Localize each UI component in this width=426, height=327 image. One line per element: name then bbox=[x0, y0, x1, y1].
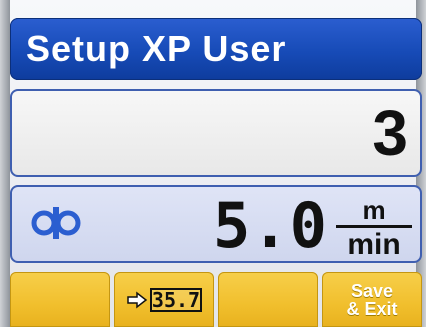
softkey-2[interactable]: 35.7 bbox=[114, 272, 214, 327]
speed-value: 5.0 bbox=[213, 189, 328, 262]
softkey-3[interactable] bbox=[218, 272, 318, 327]
save-label: Save bbox=[350, 280, 394, 301]
softkey-1[interactable] bbox=[10, 272, 110, 327]
user-number: 3 bbox=[372, 97, 408, 169]
unit-denominator: min bbox=[347, 228, 401, 261]
softkey-row: 35.7 Save & Exit bbox=[10, 272, 422, 327]
speed-display: 5.0 m min bbox=[10, 185, 422, 263]
unit-numerator: m bbox=[336, 197, 412, 228]
save-exit-button[interactable]: Save & Exit bbox=[322, 272, 422, 327]
value-display: 3 bbox=[10, 89, 422, 177]
title-bar: Setup XP User bbox=[10, 18, 422, 80]
left-bezel bbox=[0, 0, 10, 327]
arrow-right-icon bbox=[127, 290, 148, 309]
exit-label: & Exit bbox=[346, 298, 398, 319]
speed-unit: m min bbox=[336, 197, 412, 261]
spool-icon bbox=[31, 207, 81, 239]
device-screen: Setup XP User 3 5.0 m min 35.7 Save & Ex… bbox=[0, 0, 426, 327]
screen-title: Setup XP User bbox=[26, 28, 287, 69]
softkey-2-value: 35.7 bbox=[149, 287, 203, 312]
